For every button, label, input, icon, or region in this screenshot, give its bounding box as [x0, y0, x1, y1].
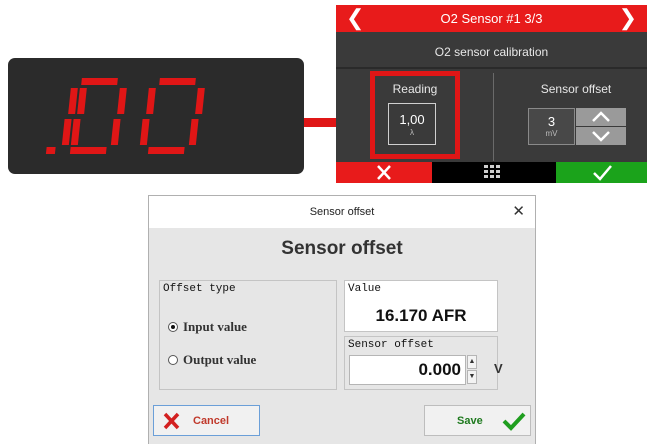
- seven-segment-display: [8, 58, 304, 174]
- screen-title: O2 Sensor #1 3/3: [440, 11, 543, 26]
- digit-segment-d: [147, 147, 185, 154]
- divider: [336, 67, 647, 69]
- sensor-offset-label: Sensor offset: [540, 82, 612, 96]
- digit-segment-e: [139, 119, 150, 145]
- sensor-offset-legend: Sensor offset: [348, 339, 434, 351]
- close-icon[interactable]: ✕: [512, 202, 525, 220]
- confirm-button[interactable]: [556, 162, 647, 183]
- offset-type-group: Offset type Input value Output value: [159, 280, 337, 390]
- sensor-offset-value: 3: [547, 114, 556, 129]
- grid-icon[interactable]: [484, 165, 500, 179]
- spin-up-icon[interactable]: ▲: [467, 355, 477, 369]
- digit-segment-c: [110, 119, 121, 145]
- value-label: Value: [348, 283, 382, 295]
- spin-down-icon[interactable]: ▼: [467, 370, 477, 384]
- digit-segment-b: [77, 88, 87, 114]
- value-box: Value 16.170 AFR: [344, 280, 498, 332]
- save-button[interactable]: Save: [424, 405, 531, 436]
- decimal-point-segment: [45, 147, 56, 154]
- cancel-label: Cancel: [193, 415, 230, 427]
- screen-header: ❮ O2 Sensor #1 3/3 ❯: [336, 5, 647, 32]
- digit-segment-c: [188, 119, 199, 145]
- sensor-offset-unit: mV: [545, 129, 558, 138]
- radio-unselected-icon: [168, 355, 178, 365]
- digit-segment-f: [146, 88, 156, 114]
- dashboard-screen: ❮ O2 Sensor #1 3/3 ❯ O2 sensor calibrati…: [336, 5, 647, 183]
- dialog-title: Sensor offset: [309, 206, 375, 218]
- offset-increase-button[interactable]: [576, 108, 626, 126]
- digit-segment-b: [117, 88, 127, 114]
- digit-segment-d: [69, 147, 107, 154]
- digit-segment-f: [68, 88, 78, 114]
- value-readout: 16.170 AFR: [375, 306, 467, 325]
- save-label: Save: [457, 415, 483, 427]
- radio-output-value[interactable]: Output value: [168, 352, 256, 368]
- seven-segment-digits: [45, 78, 205, 154]
- dialog-titlebar: Sensor offset ✕: [149, 196, 535, 228]
- sensor-offset-group: Sensor offset 0.000 ▲ ▼: [344, 336, 498, 390]
- checkmark-icon: [502, 412, 526, 431]
- close-icon: [377, 165, 391, 180]
- digit-segment-a: [159, 78, 196, 85]
- sensor-offset-value-box[interactable]: 3 mV: [528, 108, 575, 145]
- reading-highlight-frame: [370, 71, 460, 159]
- cancel-button[interactable]: Cancel: [153, 405, 260, 436]
- digit-segment-a: [81, 78, 118, 85]
- digit-segment-b: [195, 88, 205, 114]
- screen-footer: [336, 162, 647, 183]
- chevron-right-icon[interactable]: ❯: [619, 7, 637, 29]
- sensor-offset-dialog: Sensor offset ✕ Sensor offset Offset typ…: [148, 195, 536, 444]
- radio-label: Input value: [183, 319, 247, 334]
- dialog-body: Sensor offset Offset type Input value Ou…: [149, 228, 535, 444]
- chevron-down-icon: [592, 131, 610, 142]
- radio-label: Output value: [183, 352, 257, 367]
- offset-type-legend: Offset type: [163, 283, 236, 295]
- sensor-offset-unit: V: [494, 361, 503, 376]
- radio-input-value[interactable]: Input value: [168, 319, 247, 335]
- sensor-offset-input[interactable]: 0.000: [349, 355, 466, 385]
- cancel-button[interactable]: [336, 162, 432, 183]
- radio-selected-icon: [168, 322, 178, 332]
- checkmark-icon: [593, 165, 612, 181]
- digit-segment-e: [61, 119, 72, 145]
- screen-subtitle: O2 sensor calibration: [434, 45, 549, 59]
- divider: [493, 73, 494, 161]
- digit-segment-c: [70, 119, 81, 145]
- dialog-heading: Sensor offset: [281, 238, 403, 259]
- offset-decrease-button[interactable]: [576, 127, 626, 145]
- sensor-offset-spinner: ▲ ▼: [467, 355, 478, 385]
- close-icon: [163, 412, 180, 430]
- chevron-up-icon: [592, 111, 610, 122]
